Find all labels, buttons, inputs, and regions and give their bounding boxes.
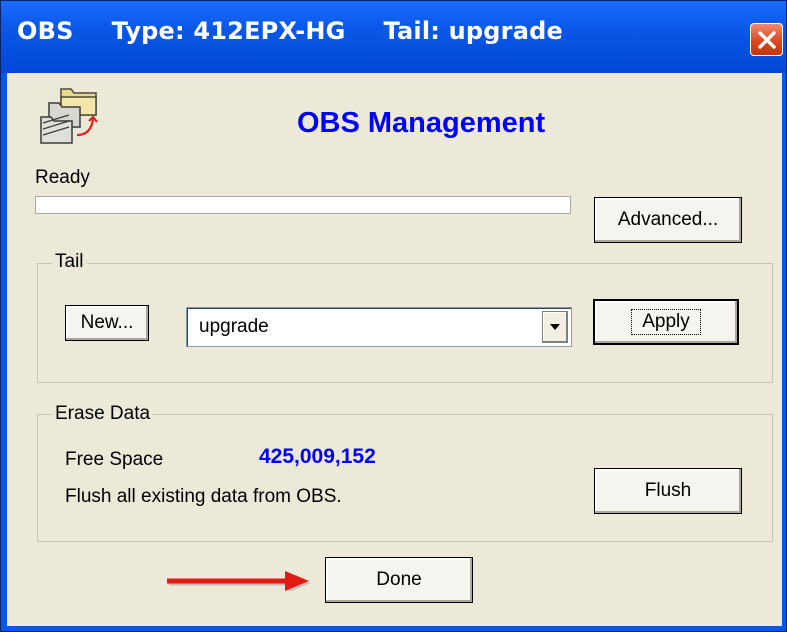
free-space-value: 425,009,152 (259, 445, 376, 468)
tail-group-title: Tail (52, 251, 87, 273)
flush-button[interactable]: Flush (594, 468, 742, 514)
close-x-icon (758, 31, 776, 49)
red-arrow-icon (167, 571, 311, 591)
apply-button-label: Apply (631, 309, 701, 335)
status-text: Ready (35, 167, 90, 188)
folders-sync-icon (40, 88, 98, 144)
title-tail: Tail: upgrade (383, 17, 563, 45)
erase-data-group-title: Erase Data (52, 403, 154, 425)
progress-bar (35, 196, 571, 214)
title-type: Type: 412EPX-HG (111, 17, 346, 45)
dialog-body: OBS Management Ready Advanced... Tail Ne… (7, 73, 782, 626)
flush-description: Flush all existing data from OBS. (65, 486, 342, 507)
page-title: OBS Management (297, 107, 546, 139)
obs-window: OBS Type: 412EPX-HG Tail: upgrade OBS Mana… (0, 0, 787, 632)
title-bar[interactable]: OBS Type: 412EPX-HG Tail: upgrade (1, 1, 786, 73)
title-app: OBS (17, 17, 74, 45)
window-title: OBS Type: 412EPX-HG Tail: upgrade (17, 17, 601, 45)
dropdown-button[interactable] (542, 311, 568, 343)
tail-select-value: upgrade (199, 316, 269, 337)
close-button[interactable] (750, 23, 783, 56)
new-tail-button[interactable]: New... (65, 305, 149, 341)
free-space-label: Free Space (65, 449, 164, 470)
chevron-down-icon (550, 324, 560, 330)
advanced-button[interactable]: Advanced... (594, 197, 742, 243)
done-button[interactable]: Done (325, 557, 473, 603)
apply-button[interactable]: Apply (593, 299, 739, 345)
tail-select[interactable]: upgrade (186, 307, 572, 347)
